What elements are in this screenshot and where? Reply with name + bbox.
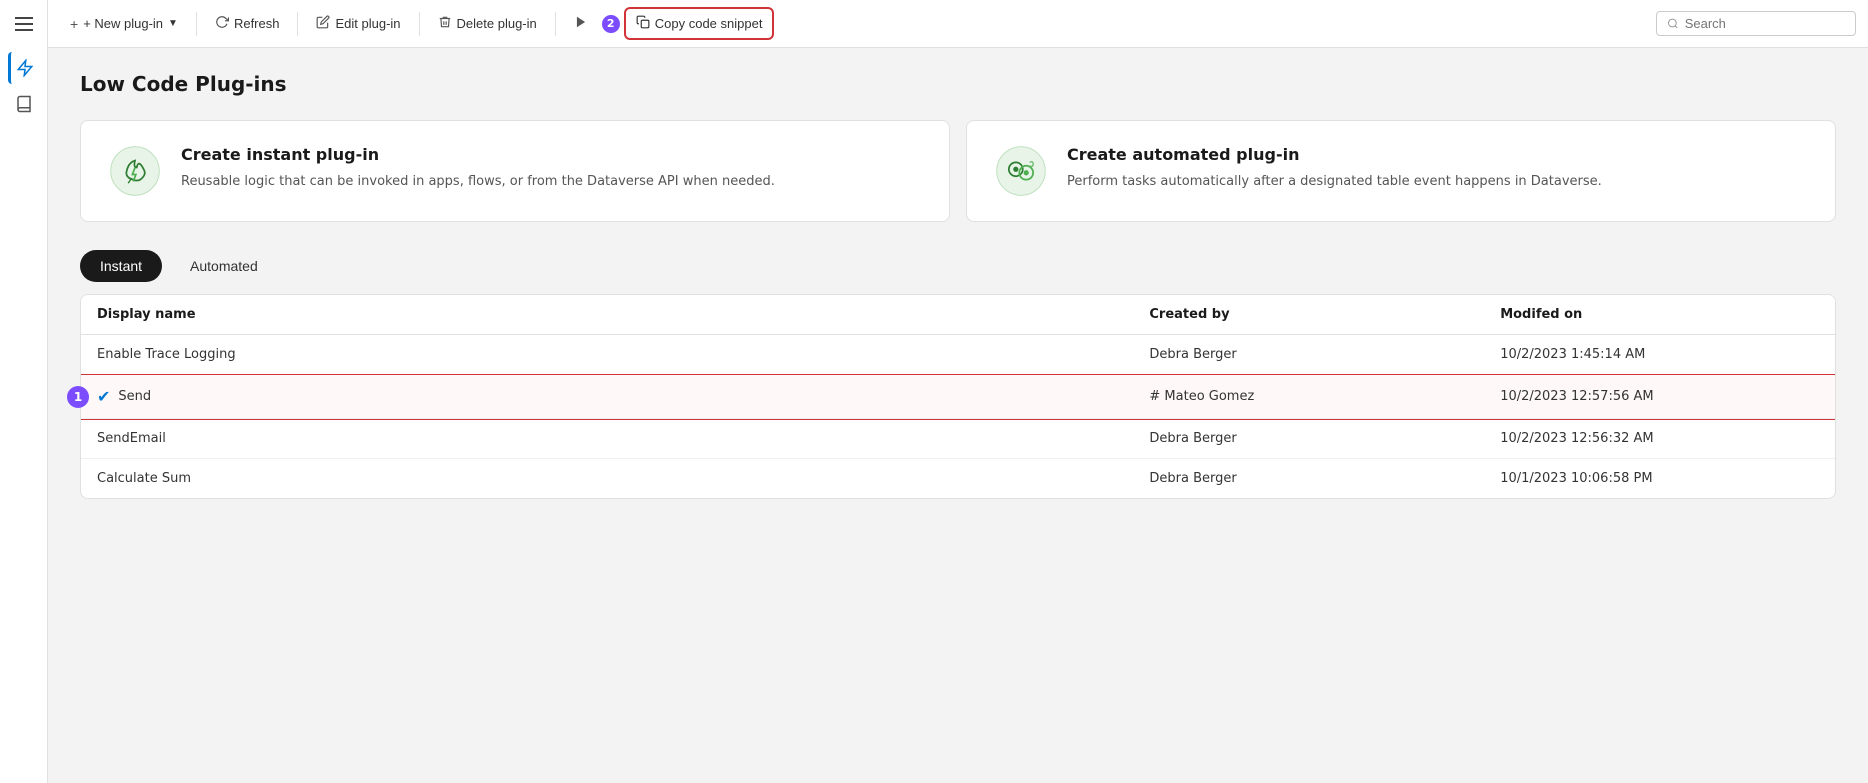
plugins-table: Display name Created by Modifed on Enabl…	[81, 295, 1835, 498]
separator-4	[555, 12, 556, 36]
row-modified-on-2: 10/2/2023 12:56:32 AM	[1484, 419, 1835, 459]
instant-card-text: Create instant plug-in Reusable logic th…	[181, 145, 775, 192]
col-display-name: Display name	[81, 295, 1133, 335]
page-title: Low Code Plug-ins	[80, 72, 1836, 96]
refresh-icon	[215, 15, 229, 32]
main-content: + + New plug-in ▼ Refresh Edit plu	[48, 0, 1868, 783]
separator-1	[196, 12, 197, 36]
row-created-by-0: Debra Berger	[1133, 335, 1484, 375]
instant-card-desc: Reusable logic that can be invoked in ap…	[181, 172, 775, 192]
row-display-name-2: SendEmail	[81, 419, 1133, 459]
row-display-name-1: ✔ Send	[81, 375, 1133, 419]
trash-icon	[438, 15, 452, 32]
card-grid: Create instant plug-in Reusable logic th…	[80, 120, 1836, 222]
tab-automated[interactable]: Automated	[170, 250, 278, 282]
tab-instant[interactable]: Instant	[80, 250, 162, 282]
table-row[interactable]: SendEmailDebra Berger10/2/2023 12:56:32 …	[81, 419, 1835, 459]
instant-card-title: Create instant plug-in	[181, 145, 775, 164]
automated-card-desc: Perform tasks automatically after a desi…	[1067, 172, 1602, 192]
row-modified-on-3: 10/1/2023 10:06:58 PM	[1484, 459, 1835, 499]
create-automated-card[interactable]: Create automated plug-in Perform tasks a…	[966, 120, 1836, 222]
run-button[interactable]	[564, 9, 598, 38]
create-instant-card[interactable]: Create instant plug-in Reusable logic th…	[80, 120, 950, 222]
instant-card-icon	[109, 145, 161, 197]
tabs: Instant Automated	[80, 250, 1836, 282]
automated-card-title: Create automated plug-in	[1067, 145, 1602, 164]
col-modified-on: Modifed on	[1484, 295, 1835, 335]
play-icon	[574, 15, 588, 32]
row-display-name-0: Enable Trace Logging	[81, 335, 1133, 375]
sidebar-icon-lightning[interactable]	[8, 52, 40, 84]
edit-plugin-button[interactable]: Edit plug-in	[306, 9, 410, 38]
table-row[interactable]: Calculate SumDebra Berger10/1/2023 10:06…	[81, 459, 1835, 499]
row-display-name-3: Calculate Sum	[81, 459, 1133, 499]
table-row[interactable]: Enable Trace LoggingDebra Berger10/2/202…	[81, 335, 1835, 375]
edit-icon	[316, 15, 330, 32]
row-created-by-3: Debra Berger	[1133, 459, 1484, 499]
row-check-icon: ✔	[97, 387, 110, 406]
separator-2	[297, 12, 298, 36]
table-header-row: Display name Created by Modifed on	[81, 295, 1835, 335]
plus-icon: +	[70, 16, 78, 32]
hamburger-button[interactable]	[8, 8, 40, 40]
search-icon	[1667, 17, 1679, 30]
sidebar-icon-book[interactable]	[8, 88, 40, 120]
toolbar: + + New plug-in ▼ Refresh Edit plu	[48, 0, 1868, 48]
row-modified-on-0: 10/2/2023 1:45:14 AM	[1484, 335, 1835, 375]
chevron-down-icon: ▼	[168, 18, 178, 29]
row-created-by-2: Debra Berger	[1133, 419, 1484, 459]
search-input[interactable]	[1685, 16, 1845, 31]
col-created-by: Created by	[1133, 295, 1484, 335]
delete-plugin-button[interactable]: Delete plug-in	[428, 9, 547, 38]
plugins-table-container: Display name Created by Modifed on Enabl…	[80, 294, 1836, 499]
row-created-by-1: # Mateo Gomez	[1133, 375, 1484, 419]
automated-card-icon	[995, 145, 1047, 197]
copy-snippet-badge: 2	[602, 15, 620, 33]
refresh-button[interactable]: Refresh	[205, 9, 290, 38]
row-name-text: Send	[118, 389, 151, 404]
sidebar	[0, 0, 48, 783]
search-box[interactable]	[1656, 11, 1856, 36]
table-row[interactable]: ✔ Send # Mateo Gomez10/2/2023 12:57:56 AM	[81, 375, 1835, 419]
copy-code-snippet-button[interactable]: Copy code snippet	[624, 7, 775, 40]
automated-card-text: Create automated plug-in Perform tasks a…	[1067, 145, 1602, 192]
separator-3	[419, 12, 420, 36]
new-plugin-button[interactable]: + + New plug-in ▼	[60, 10, 188, 38]
row-modified-on-1: 10/2/2023 12:57:56 AM	[1484, 375, 1835, 419]
copy-icon	[636, 15, 650, 32]
page-content: Low Code Plug-ins Create instant plug-in…	[48, 48, 1868, 783]
